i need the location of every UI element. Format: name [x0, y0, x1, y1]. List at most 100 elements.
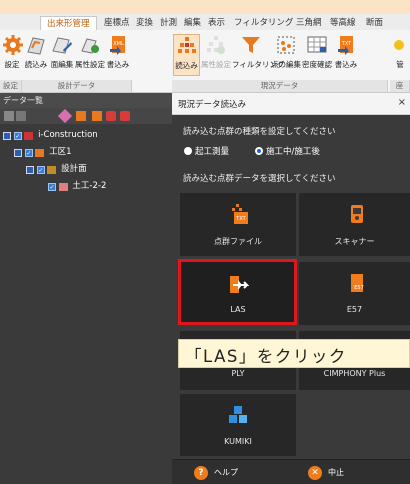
tab-zahyoten[interactable]: 座標点 [104, 16, 130, 30]
property-icon[interactable] [4, 111, 14, 121]
svg-text:TXT: TXT [341, 41, 352, 47]
tree-item-dokou[interactable]: ✓ 土工-2-2 [0, 178, 172, 195]
radio-sekochu[interactable]: 施工中/施工後 [255, 145, 320, 157]
kind-instruction: 読み込む点群の種類を設定してください [183, 127, 336, 137]
checkbox[interactable]: ✓ [48, 182, 56, 191]
radio-dot[interactable] [184, 147, 192, 155]
tree-item-koku1[interactable]: ✓ 工区1 [0, 144, 172, 161]
current-attribute-button[interactable]: 属性設定 [201, 34, 231, 76]
close-red-icon[interactable] [106, 111, 116, 121]
property-label-icon[interactable] [16, 111, 26, 121]
close-icon[interactable]: × [398, 97, 406, 108]
tab-henshu[interactable]: 編集 [184, 16, 201, 30]
settings-button[interactable]: 設定 [2, 34, 23, 76]
gear-icon [3, 35, 23, 55]
txt-badge: TXT [235, 216, 246, 222]
attribute-set-button[interactable]: 属性設定 [75, 34, 105, 76]
current-data-read-button[interactable]: 読込み [173, 34, 200, 76]
expand-icon[interactable] [26, 165, 34, 174]
pointcloud-read-icon [177, 37, 196, 53]
design-write-button[interactable]: XML 書込み [106, 34, 130, 76]
expand-icon[interactable] [14, 148, 22, 157]
pointcloud-attribute-icon [207, 36, 225, 54]
tab-hyoji[interactable]: 表示 [208, 16, 225, 30]
tile-e57-label: E57 [346, 305, 363, 314]
surface-edit-label: 面編集 [50, 60, 74, 69]
surface-edit-icon [52, 37, 72, 54]
filtering-label: フィルタリング [232, 60, 285, 69]
filter-icon [242, 37, 260, 53]
dialog-title: 現況データ読込み [178, 100, 247, 110]
pin-icon[interactable] [57, 108, 73, 124]
attribute-set-label: 属性設定 [75, 60, 105, 69]
select-instruction: 読み込む点群データを選択してください [183, 174, 336, 184]
group-settings: 設定 [0, 80, 22, 92]
attribute-icon [81, 38, 99, 54]
tab-tokosen[interactable]: 等高線 [330, 16, 356, 30]
filtering-button[interactable]: フィルタリング [232, 34, 285, 76]
help-button[interactable]: ? ヘルプ [194, 464, 238, 482]
tile-e57[interactable]: E57 E57 [299, 262, 410, 325]
tree-item-i-construction[interactable]: ✓ i-Construction [0, 127, 172, 144]
xml-write-icon: XML [110, 36, 125, 55]
radio-dot[interactable] [255, 147, 263, 155]
data-list-toolbar [0, 108, 172, 124]
tile-scanner[interactable]: スキャナー [299, 193, 410, 256]
group-design-data: 設計データ [22, 80, 132, 92]
app-window: 出来形管理 座標点 変換 計測 編集 表示 フィルタリング 三角網 等高線 断面… [0, 0, 410, 484]
design-write-label: 書込み [106, 60, 130, 69]
tab-filtering[interactable]: フィルタリング [234, 16, 293, 30]
point-edit-icon [277, 36, 295, 54]
manage-icon [394, 40, 404, 50]
e57-file-icon: E57 [351, 274, 364, 292]
checkbox[interactable]: ✓ [36, 165, 45, 174]
point-edit-button[interactable]: 点の編集 [271, 34, 301, 76]
top-strip [0, 0, 410, 14]
data-list-title: データ一覧 [0, 93, 172, 108]
delete-red-icon[interactable] [120, 111, 130, 121]
density-check-button[interactable]: 密度確認 [302, 34, 332, 76]
dialog-footer: ? ヘルプ ✕ 中止 [172, 459, 410, 484]
scanner-icon [351, 205, 363, 223]
radio-kiko[interactable]: 起工測量 [184, 145, 229, 157]
tile-ply-label: PLY [231, 369, 245, 378]
grid-density-icon [307, 36, 327, 53]
current-write-button[interactable]: TXT 書込み [333, 34, 359, 76]
txt-file-icon: TXT [232, 204, 248, 224]
cancel-button[interactable]: ✕ 中止 [308, 464, 344, 482]
kumiki-blocks-icon [229, 406, 247, 423]
tile-kumiki[interactable]: KUMIKI [180, 394, 296, 456]
tab-sankakumo[interactable]: 三角網 [296, 16, 322, 30]
tab-danmen[interactable]: 断面 [366, 16, 383, 30]
manage-button[interactable]: 管 [392, 34, 408, 76]
surface-edit-button[interactable]: 面編集 [50, 34, 74, 76]
tile-scanner-label: スキャナー [334, 237, 375, 246]
tile-pointcloud-file[interactable]: TXT 点群ファイル [180, 193, 296, 256]
design-read-button[interactable]: 読込み [23, 34, 49, 76]
project-icon [24, 131, 34, 140]
checkbox[interactable]: ✓ [24, 148, 33, 157]
txt-write-icon: TXT [338, 36, 353, 55]
group-coordinate: 座 [390, 80, 410, 92]
tab-dekigata[interactable]: 出来形管理 [40, 16, 97, 30]
current-write-label: 書込み [334, 60, 358, 69]
data-list-panel: データ一覧 ✓ i-Construction ✓ 工区1 ✓ 設計面 ✓ 土工-… [0, 93, 172, 484]
area-icon [35, 148, 45, 157]
density-check-label: 密度確認 [302, 60, 332, 69]
group-current-data: 現況データ [172, 80, 388, 92]
checkbox[interactable]: ✓ [13, 131, 22, 140]
surface-read-icon [27, 37, 45, 55]
tab-henkan[interactable]: 変換 [136, 16, 153, 30]
tile-cimphony-plus-label: CIMPHONY Plus [323, 369, 386, 378]
folder-add-icon[interactable] [92, 111, 102, 121]
expand-icon[interactable] [3, 131, 11, 140]
manage-label: 管 [396, 60, 404, 69]
settings-label: 設定 [4, 60, 20, 69]
cancel-label: 中止 [328, 468, 344, 477]
current-data-read-label: 読込み [175, 61, 198, 70]
folder-edit-icon[interactable] [76, 111, 86, 121]
tree-item-design-surface[interactable]: ✓ 設計面 [0, 161, 172, 178]
ribbon-tabs: 出来形管理 座標点 変換 計測 編集 表示 フィルタリング 三角網 等高線 断面 [0, 14, 410, 30]
tile-pointcloud-file-label: 点群ファイル [214, 237, 262, 246]
tab-keisoku[interactable]: 計測 [160, 16, 177, 30]
